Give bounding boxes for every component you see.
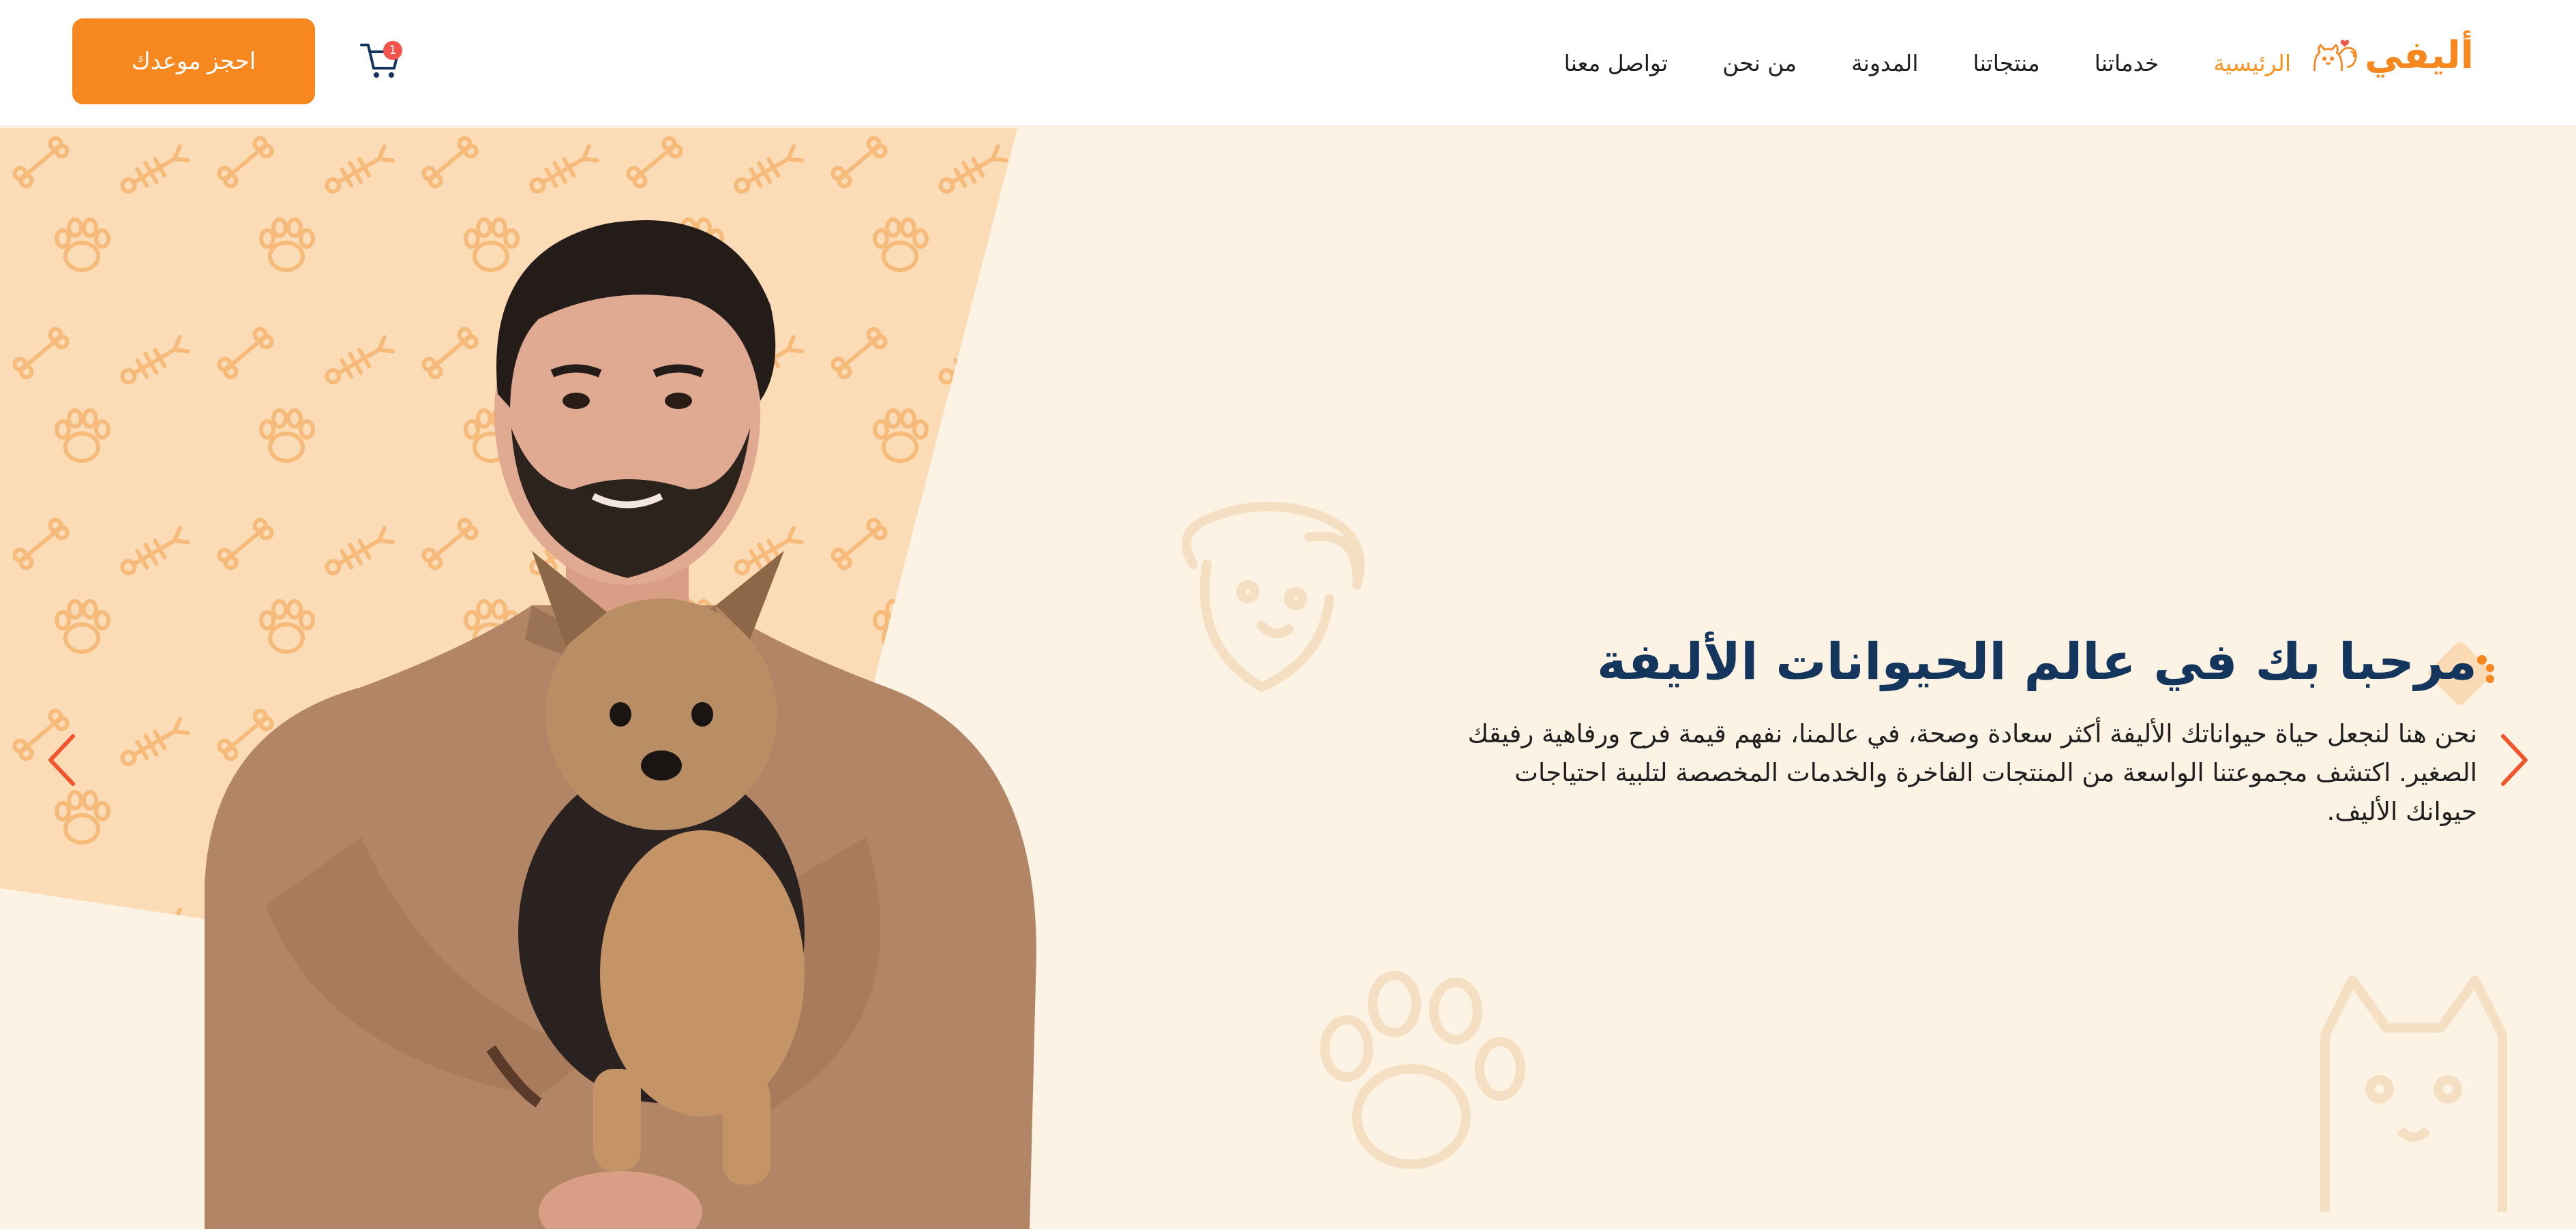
nav-item-home[interactable]: الرئيسية <box>2213 50 2291 76</box>
hero-man-with-dog-image <box>205 220 1036 1229</box>
dog-outline-icon <box>1182 502 1365 692</box>
book-appointment-button[interactable]: احجز موعدك <box>72 18 315 104</box>
main-nav: الرئيسية خدماتنا منتجاتنا المدونة من نحن… <box>1510 42 2291 83</box>
brand-name: أليفي <box>2364 33 2474 78</box>
chevron-left-icon[interactable] <box>42 729 83 791</box>
nav-item-blog[interactable]: المدونة <box>1851 50 1918 76</box>
hero-section: مرحبا بك في عالم الحيوانات الأليفة نحن ه… <box>0 128 2576 1229</box>
page: أليفي الرئيسية خدماتنا منتجاتنا المدونة … <box>0 0 2576 1229</box>
nav-item-products[interactable]: منتجاتنا <box>1973 50 2040 76</box>
nav-item-about[interactable]: من نحن <box>1722 50 1797 76</box>
site-header: أليفي الرئيسية خدماتنا منتجاتنا المدونة … <box>0 0 2576 127</box>
nav-item-contact[interactable]: تواصل معنا <box>1564 50 1668 76</box>
hero-description: نحن هنا لنجعل حياة حيواناتك الأليفة أكثر… <box>1467 719 2477 826</box>
nav-item-services[interactable]: خدماتنا <box>2095 50 2159 76</box>
cart-count-badge: 1 <box>383 41 402 60</box>
cart-button[interactable]: 1 <box>357 37 405 85</box>
chevron-right-icon[interactable] <box>2493 729 2534 791</box>
pets-logo-icon <box>2313 40 2357 72</box>
hero-title: مرحبا بك في عالم الحيوانات الأليفة <box>1596 633 2477 691</box>
cat-outline-icon <box>2320 975 2507 1212</box>
paw-outline-icon <box>1320 971 1525 1169</box>
brand-logo[interactable]: أليفي <box>2310 18 2474 93</box>
